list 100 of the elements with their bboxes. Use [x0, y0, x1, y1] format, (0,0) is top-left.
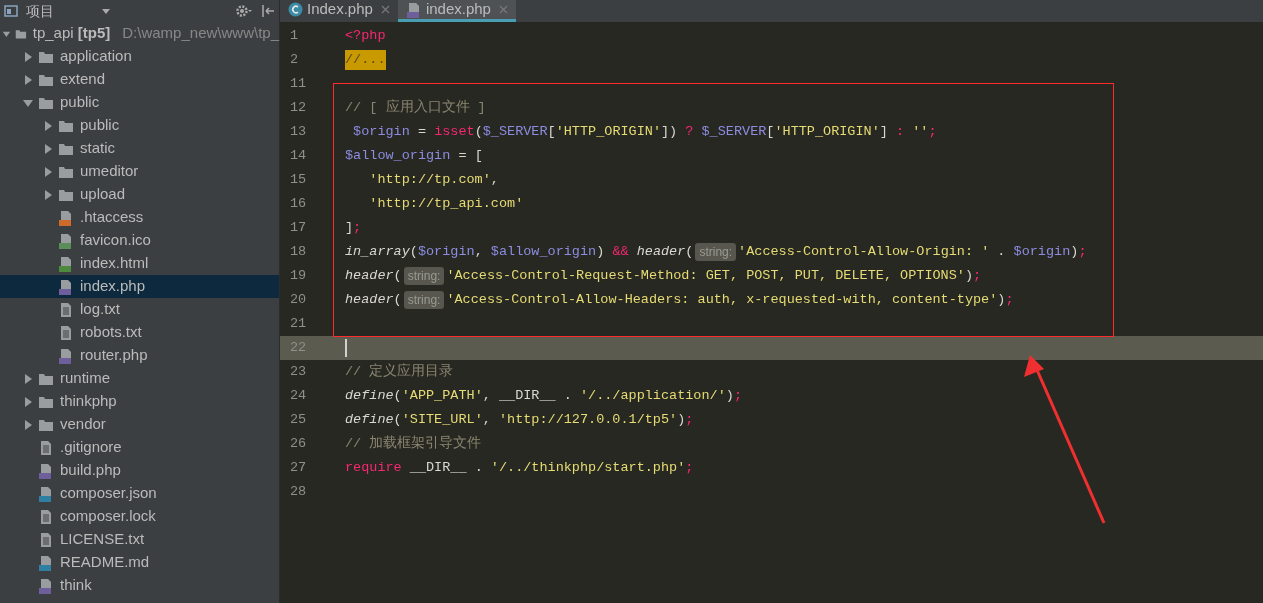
tree-row[interactable]: LICENSE.txt	[0, 528, 279, 551]
tree-item-label[interactable]: router.php	[80, 344, 148, 367]
tree-row[interactable]: .htaccess	[0, 206, 279, 229]
tree-item-label[interactable]: umeditor	[80, 160, 139, 183]
line-number: 14	[289, 146, 308, 165]
collapsed-arrow-icon[interactable]	[42, 142, 54, 155]
close-icon[interactable]	[380, 5, 390, 14]
tree-row[interactable]: thinkphp	[0, 390, 279, 413]
tree-row[interactable]: composer.lock	[0, 505, 279, 528]
tree-item-label[interactable]: think	[60, 574, 92, 597]
editor-tab[interactable]: index.php	[397, 0, 516, 22]
tree-item-label[interactable]: vendor	[60, 413, 106, 436]
code-token: ;	[928, 122, 937, 141]
code-token: 'APP_PATH'	[401, 386, 483, 405]
tree-item-label[interactable]: log.txt	[80, 298, 121, 321]
code-token: isset	[434, 122, 475, 141]
tree-row[interactable]: umeditor	[0, 160, 279, 183]
tree-item-label[interactable]: index.php	[80, 275, 146, 298]
tree-row[interactable]: .gitignore	[0, 436, 279, 459]
tree-item-label[interactable]: .gitignore	[60, 436, 122, 459]
code-token: (	[393, 290, 402, 309]
tree-item-label[interactable]: README.md	[60, 551, 150, 574]
tree-item-label[interactable]: runtime	[60, 367, 111, 390]
folder-icon	[38, 394, 54, 409]
tree-row[interactable]: vendor	[0, 413, 279, 436]
code-token: 'HTTP_ORIGIN'	[555, 122, 661, 141]
tree-row[interactable]: application	[0, 45, 279, 68]
tree-row[interactable]: index.html	[0, 252, 279, 275]
text-file-icon	[38, 508, 54, 525]
tree-item-label[interactable]: tp_api [tp5]	[32, 22, 111, 45]
tree-item-label[interactable]: favicon.ico	[80, 229, 151, 252]
folder-icon	[58, 141, 74, 156]
line-number: 21	[289, 314, 308, 333]
tree-item-label[interactable]: LICENSE.txt	[60, 528, 145, 551]
code-token: ,	[482, 410, 492, 429]
code-token: )	[964, 266, 973, 285]
tree-row[interactable]: static	[0, 137, 279, 160]
tree-row[interactable]: public	[0, 114, 279, 137]
folder-icon	[38, 371, 54, 386]
collapsed-arrow-icon[interactable]	[42, 119, 54, 132]
tree-item-label[interactable]: build.php	[60, 459, 121, 482]
code-token: [	[766, 122, 775, 141]
text-file-icon	[38, 531, 54, 548]
tree-item-label[interactable]: index.html	[80, 252, 149, 275]
tree-item-label[interactable]: upload	[80, 183, 126, 206]
code-token: 'http://tp.com'	[368, 170, 491, 189]
settings-icon[interactable]	[235, 4, 253, 18]
hide-panel-icon[interactable]	[261, 4, 275, 18]
collapsed-arrow-icon[interactable]	[22, 395, 34, 408]
tree-item-label[interactable]: extend	[60, 68, 106, 91]
code-token: )	[677, 410, 686, 429]
tree-item-label[interactable]: robots.txt	[80, 321, 142, 344]
tree-row[interactable]: favicon.ico	[0, 229, 279, 252]
tree-row[interactable]: extend	[0, 68, 279, 91]
line-number: 16	[289, 194, 308, 213]
tree-row[interactable]: router.php	[0, 344, 279, 367]
tree-row[interactable]: runtime	[0, 367, 279, 390]
line-number: 22	[289, 338, 308, 357]
code-token: 'http://127.0.0.1/tp5'	[498, 410, 678, 429]
config-file-icon	[58, 209, 74, 226]
collapsed-arrow-icon[interactable]	[22, 372, 34, 385]
tree-item-label[interactable]: composer.json	[60, 482, 157, 505]
tree-item-label[interactable]: static	[80, 137, 115, 160]
line-number: 26	[289, 434, 308, 453]
code-token: ;	[685, 410, 694, 429]
code-token: ]	[879, 122, 889, 141]
tree-item-label[interactable]: thinkphp	[60, 390, 117, 413]
tree-item-label[interactable]: composer.lock	[60, 505, 156, 528]
code-token: '/../thinkphp/start.php'	[490, 458, 686, 477]
tree-item-label[interactable]: public	[60, 91, 100, 114]
tree-row[interactable]: index.php	[0, 275, 279, 298]
line-number: 18	[289, 242, 308, 261]
collapsed-arrow-icon[interactable]	[22, 50, 34, 63]
tree-row[interactable]: robots.txt	[0, 321, 279, 344]
collapsed-arrow-icon[interactable]	[42, 165, 54, 178]
collapsed-arrow-icon[interactable]	[42, 188, 54, 201]
tree-row[interactable]: README.md	[0, 551, 279, 574]
folded-code: //...	[345, 49, 386, 71]
text-cursor	[345, 339, 347, 357]
tree-row[interactable]: build.php	[0, 459, 279, 482]
line-number: 28	[289, 482, 308, 501]
panel-title: 项目	[26, 1, 54, 21]
tree-item-label[interactable]: public	[80, 114, 120, 137]
tree-row[interactable]: public	[0, 91, 279, 114]
collapsed-arrow-icon[interactable]	[22, 73, 34, 86]
dropdown-caret-icon[interactable]	[102, 8, 110, 14]
tree-item-label[interactable]: application	[60, 45, 132, 68]
editor-tab[interactable]: Index.php	[280, 0, 398, 22]
tree-row[interactable]: log.txt	[0, 298, 279, 321]
collapsed-arrow-icon[interactable]	[22, 418, 34, 431]
code-token: header	[345, 290, 394, 309]
folder-icon	[38, 72, 54, 87]
tree-row[interactable]: tp_api [tp5] D:\wamp_new\www\tp_	[0, 22, 279, 45]
code-token: $origin	[352, 122, 410, 141]
tree-row[interactable]: think	[0, 574, 279, 597]
tree-item-label[interactable]: .htaccess	[80, 206, 144, 229]
tree-row[interactable]: composer.json	[0, 482, 279, 505]
code-token: ,	[474, 242, 484, 261]
code-token: ;	[1078, 242, 1087, 261]
tree-row[interactable]: upload	[0, 183, 279, 206]
